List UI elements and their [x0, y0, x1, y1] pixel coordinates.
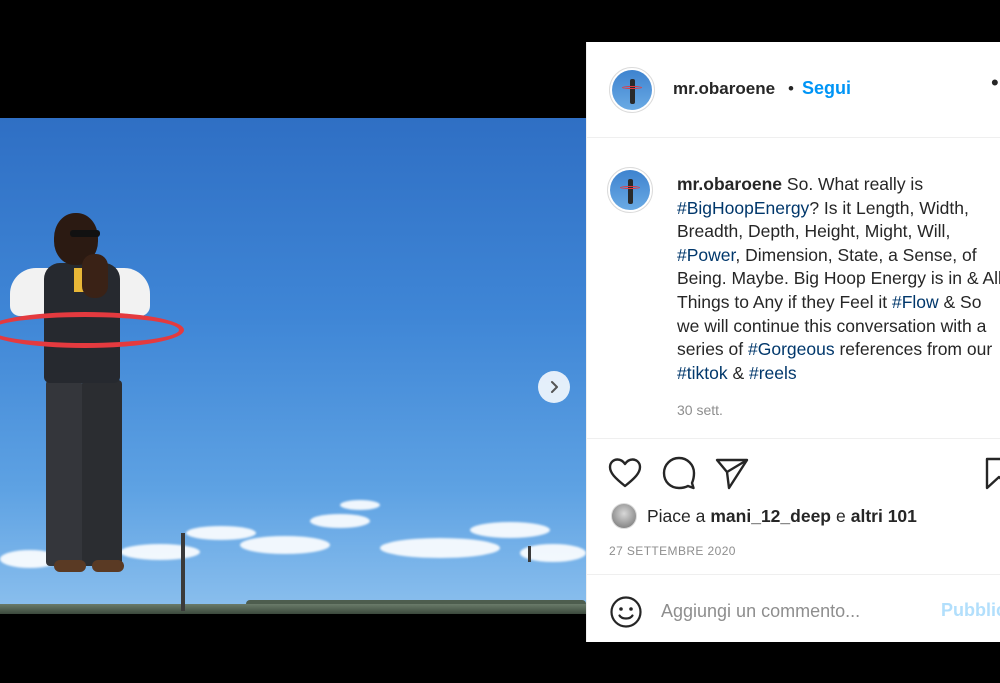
- comment-input[interactable]: [661, 593, 931, 629]
- post-panel: mr.obaroene • Segui • mr.obaroene So. Wh…: [586, 42, 1000, 642]
- hashtag-bighoopenergy[interactable]: #BigHoopEnergy: [677, 198, 809, 218]
- send-icon[interactable]: [714, 455, 750, 491]
- author-username[interactable]: mr.obaroene: [673, 79, 775, 99]
- hashtag-tiktok[interactable]: #tiktok: [677, 363, 728, 383]
- comment-bar: Pubblica: [587, 574, 1000, 642]
- more-options-icon[interactable]: •: [991, 70, 1000, 96]
- caption-text: So. What really is: [782, 174, 924, 194]
- post-date[interactable]: 27 SETTEMBRE 2020: [609, 544, 736, 558]
- post-media: [0, 42, 586, 642]
- bookmark-icon[interactable]: [981, 455, 1000, 491]
- next-image-button[interactable]: [538, 371, 570, 403]
- author-avatar[interactable]: [609, 67, 655, 113]
- likes-summary: Piace a mani_12_deep e altri 101: [611, 501, 922, 531]
- chevron-right-icon: [551, 381, 558, 393]
- hashtag-power[interactable]: #Power: [677, 245, 735, 265]
- person-with-hoop: [0, 118, 200, 614]
- separator-dot: •: [788, 79, 794, 98]
- action-bar: Piace a mani_12_deep e altri 101 27 SETT…: [587, 438, 1000, 578]
- likes-connector: e: [836, 505, 846, 526]
- post-header: mr.obaroene • Segui •: [587, 42, 1000, 138]
- likes-prefix: Piace a: [647, 505, 706, 526]
- hula-hoop: [0, 312, 184, 348]
- emoji-icon[interactable]: [609, 595, 643, 629]
- liker-username[interactable]: mani_12_deep: [710, 506, 831, 527]
- heart-icon[interactable]: [607, 455, 643, 491]
- caption-section: mr.obaroene So. What really is #BigHoopE…: [587, 139, 1000, 438]
- hashtag-flow[interactable]: #Flow: [892, 292, 939, 312]
- hashtag-gorgeous[interactable]: #Gorgeous: [748, 339, 835, 359]
- likes-others-link[interactable]: altri 101: [851, 506, 917, 527]
- caption-time-ago[interactable]: 30 sett.: [677, 402, 723, 418]
- post-caption: mr.obaroene So. What really is #BigHoopE…: [677, 173, 1000, 385]
- hashtag-reels[interactable]: #reels: [749, 363, 797, 383]
- liker-avatar[interactable]: [611, 503, 637, 529]
- comment-icon[interactable]: [661, 455, 697, 491]
- caption-username[interactable]: mr.obaroene: [677, 174, 782, 194]
- caption-avatar[interactable]: [607, 167, 653, 213]
- publish-button[interactable]: Pubblica: [941, 600, 1000, 621]
- follow-button[interactable]: Segui: [802, 78, 851, 99]
- caption-text: &: [727, 362, 749, 383]
- caption-text: references from our: [834, 339, 993, 360]
- post-photo[interactable]: [0, 118, 586, 614]
